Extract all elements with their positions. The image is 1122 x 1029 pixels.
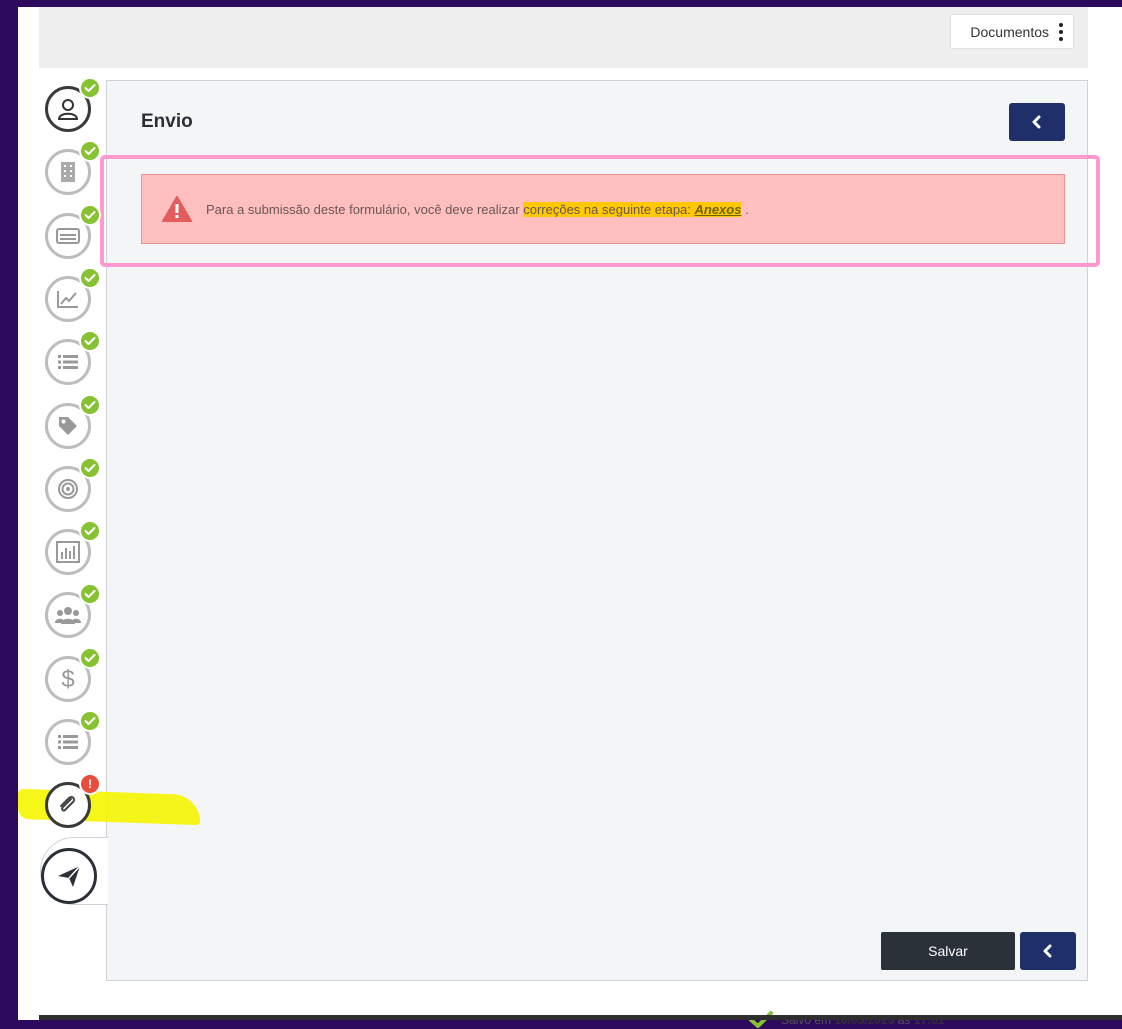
documents-label: Documentos <box>970 23 1049 40</box>
user-icon <box>56 97 80 121</box>
check-badge-icon <box>79 140 101 163</box>
card-icon <box>56 227 80 245</box>
check-badge-icon <box>79 710 101 732</box>
check-badge-icon <box>79 456 101 479</box>
chevron-left-icon <box>1032 115 1041 129</box>
footer-bar <box>39 1015 1122 1020</box>
kebab-menu-icon <box>1059 22 1063 41</box>
dollar-icon: $ <box>57 666 79 692</box>
check-badge-icon <box>79 520 101 543</box>
send-icon <box>54 861 84 891</box>
back-button-bottom[interactable] <box>1020 932 1076 970</box>
documents-menu-button[interactable]: Documentos <box>950 14 1074 49</box>
check-badge-icon <box>79 203 101 226</box>
chevron-left-icon <box>1043 944 1052 958</box>
bar-chart-icon <box>56 541 80 564</box>
list-icon <box>56 352 80 372</box>
top-bar: Documentos <box>39 7 1088 68</box>
svg-text:$: $ <box>61 666 74 692</box>
check-badge-icon <box>79 266 101 289</box>
save-status: Salvo em 10/03/2023 às 17:01 <box>749 1011 944 1029</box>
annotation-highlight-frame <box>100 155 1100 267</box>
tag-icon <box>57 415 79 437</box>
save-button[interactable]: Salvar <box>881 932 1015 970</box>
list-icon <box>56 732 80 752</box>
check-icon <box>749 1011 773 1028</box>
page: Documentos Envio Para a submissão deste … <box>18 7 1122 1028</box>
check-badge-icon <box>79 77 101 99</box>
step-send[interactable] <box>41 848 97 904</box>
paperclip-icon <box>57 794 79 816</box>
building-icon <box>58 161 78 183</box>
page-title: Envio <box>141 111 193 132</box>
check-badge-icon <box>79 646 101 669</box>
check-badge-icon <box>79 393 101 416</box>
people-icon <box>55 605 81 625</box>
target-icon <box>57 478 79 500</box>
check-badge-icon <box>79 583 101 606</box>
chart-trend-icon <box>56 289 80 309</box>
check-badge-icon <box>79 330 101 353</box>
back-button-top[interactable] <box>1009 103 1065 141</box>
